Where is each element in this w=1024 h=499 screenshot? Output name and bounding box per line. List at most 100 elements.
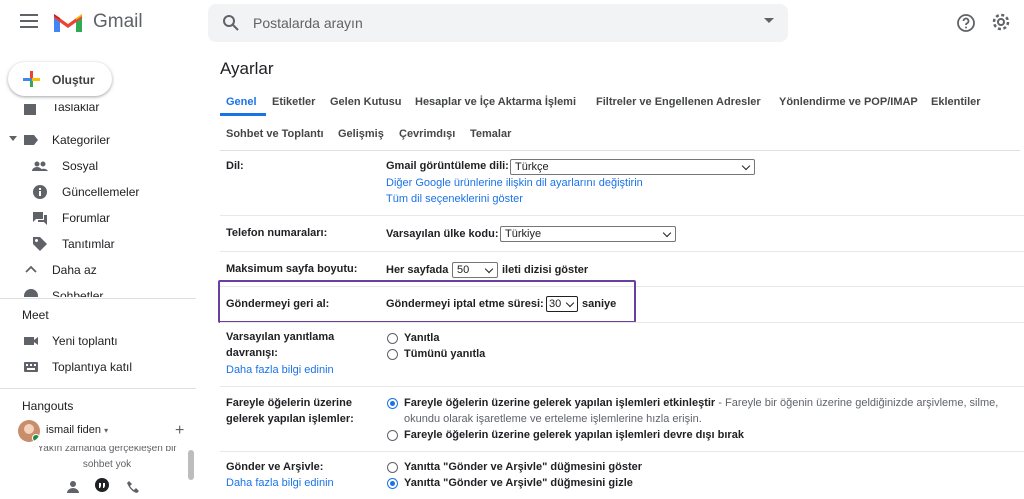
hangouts-section-title: Hangouts	[22, 399, 74, 413]
compose-plus-icon	[21, 69, 41, 94]
sidebar-new-meeting[interactable]: Yeni toplantı	[0, 330, 195, 352]
hangouts-chat-icon[interactable]	[94, 478, 110, 499]
hangouts-empty-note: Yakın zamanda gerçekleşen bir	[37, 446, 177, 454]
contacts-icon[interactable]	[66, 480, 80, 499]
hover-disable-radio[interactable]	[387, 430, 398, 441]
reply-radio[interactable]	[387, 333, 398, 344]
row-divider	[220, 322, 1024, 323]
avatar[interactable]	[18, 420, 40, 442]
app-name: Gmail	[93, 11, 143, 32]
send-archive-hide-option[interactable]: Yanıtta "Gönder ve Arşivle" düğmesini gi…	[404, 475, 633, 491]
sidebar: Oluştur Taslaklar Kategoriler Sosyal Gün…	[0, 46, 205, 497]
hover-actions-label-2: gelerek yapılan işlemler:	[226, 413, 354, 425]
send-archive-show-radio[interactable]	[387, 462, 398, 473]
search-bar[interactable]: Postalarda arayın	[208, 4, 788, 42]
active-tab-indicator	[220, 113, 266, 116]
row-divider	[220, 451, 1024, 452]
settings-gear-icon[interactable]	[991, 12, 1011, 37]
tag-icon	[32, 236, 48, 252]
hangouts-empty-note-2: sohbet yok	[82, 459, 132, 470]
meet-section-title: Meet	[22, 308, 49, 322]
tabs-divider	[220, 150, 1020, 151]
hover-enable-option[interactable]: Fareyle öğelerin üzerine gelerek yapılan…	[404, 395, 998, 411]
sidebar-divider	[0, 388, 196, 389]
expand-caret-icon[interactable]	[9, 136, 17, 141]
page-size-suffix: ileti dizisi göster	[502, 264, 589, 276]
sidebar-item-categories[interactable]: Kategoriler	[0, 129, 195, 151]
top-bar: Gmail Postalarda arayın	[0, 0, 1024, 46]
other-products-language-link[interactable]: Diğer Google ürünlerine ilişkin dil ayar…	[386, 175, 643, 191]
sidebar-item-drafts[interactable]: Taslaklar	[0, 104, 195, 118]
send-archive-show-option[interactable]: Yanıtta "Gönder ve Arşivle" düğmesini gö…	[404, 459, 642, 475]
tab-filters[interactable]: Filtreler ve Engellenen Adresler	[596, 96, 761, 108]
send-archive-label: Gönder ve Arşivle:	[226, 461, 324, 473]
sidebar-join-meeting[interactable]: Toplantıya katıl	[0, 356, 195, 378]
send-archive-learn-more-link[interactable]: Daha fazla bilgi edinin	[226, 475, 334, 491]
tab-general[interactable]: Genel	[226, 96, 257, 108]
tab-addons[interactable]: Eklentiler	[931, 96, 981, 108]
hover-actions-label: Fareyle öğelerin üzerine	[226, 397, 352, 409]
page-title: Ayarlar	[220, 59, 274, 78]
search-placeholder: Postalarda arayın	[253, 15, 363, 31]
reply-all-option-label[interactable]: Tümünü yanıtla	[404, 346, 485, 362]
page-size-select[interactable]: 50	[452, 262, 498, 278]
compose-button[interactable]: Oluştur	[8, 62, 112, 96]
display-language-row: Gmail görüntüleme dili:	[386, 160, 509, 172]
row-divider	[220, 215, 1024, 216]
all-language-options-link[interactable]: Tüm dil seçeneklerini göster	[386, 191, 523, 207]
send-archive-hide-radio[interactable]	[387, 478, 398, 489]
tab-offline[interactable]: Çevrimdışı	[399, 128, 455, 140]
reply-behavior-label: Varsayılan yanıtlama	[226, 331, 335, 343]
help-icon[interactable]	[956, 13, 976, 38]
hover-disable-option[interactable]: Fareyle öğelerin üzerine gelerek yapılan…	[404, 427, 744, 443]
undo-send-prefix: Göndermeyi iptal etme süresi:	[386, 298, 544, 310]
sidebar-item-forums[interactable]: Forumlar	[0, 207, 195, 229]
gmail-logo-icon[interactable]	[52, 10, 84, 39]
hover-enable-description: okundu olarak işaretleme ve erteleme işl…	[404, 413, 702, 425]
reply-behavior-label-2: davranışı:	[226, 347, 278, 359]
people-icon	[32, 158, 48, 174]
chevron-up-icon	[23, 262, 39, 278]
sidebar-item-updates[interactable]: Güncellemeler	[0, 181, 195, 203]
chat-icon	[23, 288, 39, 297]
search-options-icon[interactable]	[764, 18, 774, 23]
tab-themes[interactable]: Temalar	[470, 128, 511, 140]
label-icon	[23, 132, 39, 148]
display-language-select[interactable]: Türkçe	[510, 159, 755, 175]
sidebar-item-promotions[interactable]: Tanıtımlar	[0, 233, 195, 255]
sidebar-item-social[interactable]: Sosyal	[0, 155, 195, 177]
hangouts-user-name[interactable]: ismail fiden ▾	[46, 424, 108, 436]
country-code-select[interactable]: Türkiye	[500, 226, 676, 242]
compose-label: Oluştur	[52, 73, 95, 87]
sidebar-scrollbar[interactable]	[188, 450, 194, 480]
sidebar-item-less[interactable]: Daha az	[0, 259, 195, 281]
tab-labels[interactable]: Etiketler	[272, 96, 315, 108]
hover-enable-radio[interactable]	[387, 398, 398, 409]
country-code-row: Varsayılan ülke kodu:	[386, 228, 499, 240]
phone-icon[interactable]	[126, 480, 140, 499]
draft-icon	[23, 104, 39, 118]
tab-advanced[interactable]: Gelişmiş	[338, 128, 384, 140]
undo-send-period-select[interactable]: 30	[546, 296, 578, 312]
chevron-down-icon	[484, 264, 494, 274]
sidebar-item-chats[interactable]: Sohbetler	[0, 285, 195, 297]
chevron-down-icon	[662, 228, 672, 238]
tab-forwarding[interactable]: Yönlendirme ve POP/IMAP	[779, 96, 918, 108]
undo-send-suffix: saniye	[582, 298, 617, 310]
tab-chat-meet[interactable]: Sohbet ve Toplantı	[226, 128, 324, 140]
reply-option-label[interactable]: Yanıtla	[404, 330, 439, 346]
sidebar-divider	[0, 298, 196, 299]
search-icon[interactable]	[222, 14, 240, 37]
tab-inbox[interactable]: Gelen Kutusu	[330, 96, 402, 108]
row-divider	[220, 386, 1024, 387]
forum-icon	[32, 210, 48, 226]
chevron-down-icon	[565, 298, 575, 308]
main-menu-icon[interactable]	[20, 14, 38, 28]
max-page-size-label: Maksimum sayfa boyutu:	[226, 263, 358, 275]
settings-panel: Ayarlar Genel Etiketler Gelen Kutusu Hes…	[206, 46, 1024, 497]
reply-learn-more-link[interactable]: Daha fazla bilgi edinin	[226, 362, 334, 378]
reply-all-radio[interactable]	[387, 349, 398, 360]
info-icon	[32, 184, 48, 200]
tab-accounts-import[interactable]: Hesaplar ve İçe Aktarma İşlemi	[415, 96, 576, 108]
add-chat-icon[interactable]: +	[175, 422, 184, 440]
